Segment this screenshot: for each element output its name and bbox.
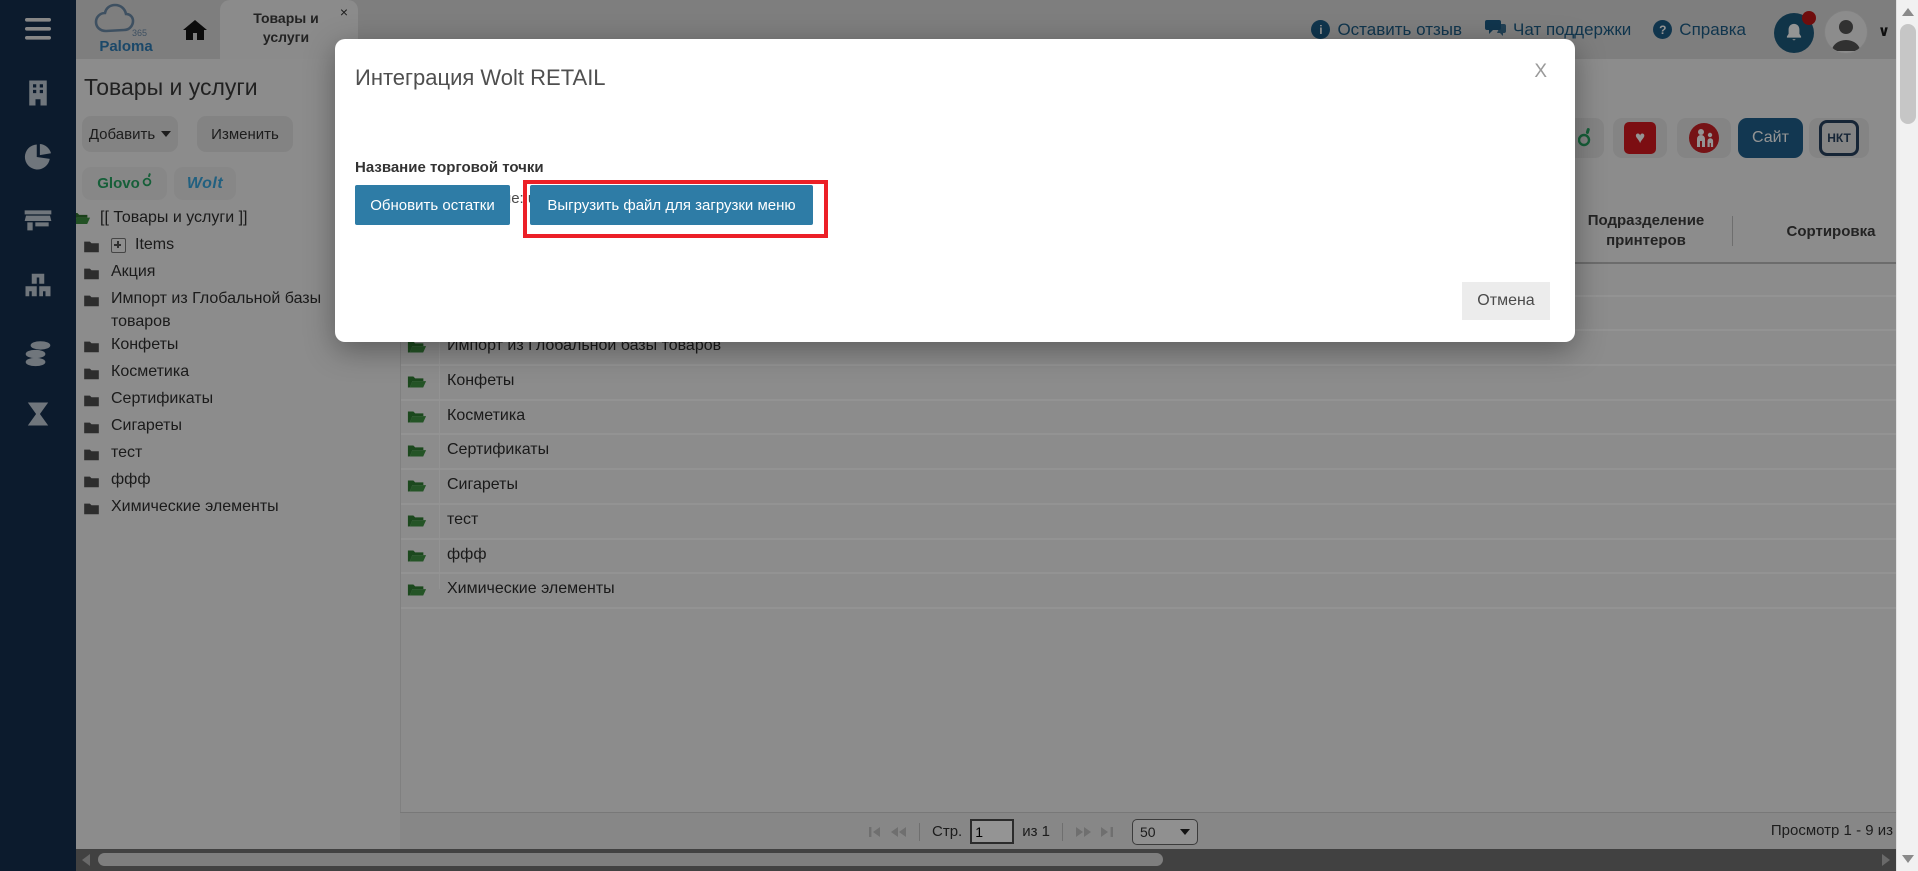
- modal-title: Интеграция Wolt RETAIL: [355, 65, 606, 91]
- refresh-stock-button[interactable]: Обновить остатки: [355, 185, 510, 225]
- vertical-scrollbar[interactable]: [1896, 0, 1918, 871]
- wolt-integration-modal: Интеграция Wolt RETAIL X Название торгов…: [335, 39, 1575, 342]
- store-name-label: Название торговой точки: [355, 159, 544, 176]
- scroll-down-arrow-icon[interactable]: [1902, 855, 1914, 863]
- export-menu-file-button[interactable]: Выгрузить файл для загрузки меню: [530, 185, 813, 225]
- cancel-button[interactable]: Отмена: [1462, 282, 1550, 320]
- vertical-scroll-thumb[interactable]: [1900, 24, 1916, 124]
- modal-close-icon[interactable]: X: [1534, 61, 1547, 83]
- scroll-up-arrow-icon[interactable]: [1902, 8, 1914, 16]
